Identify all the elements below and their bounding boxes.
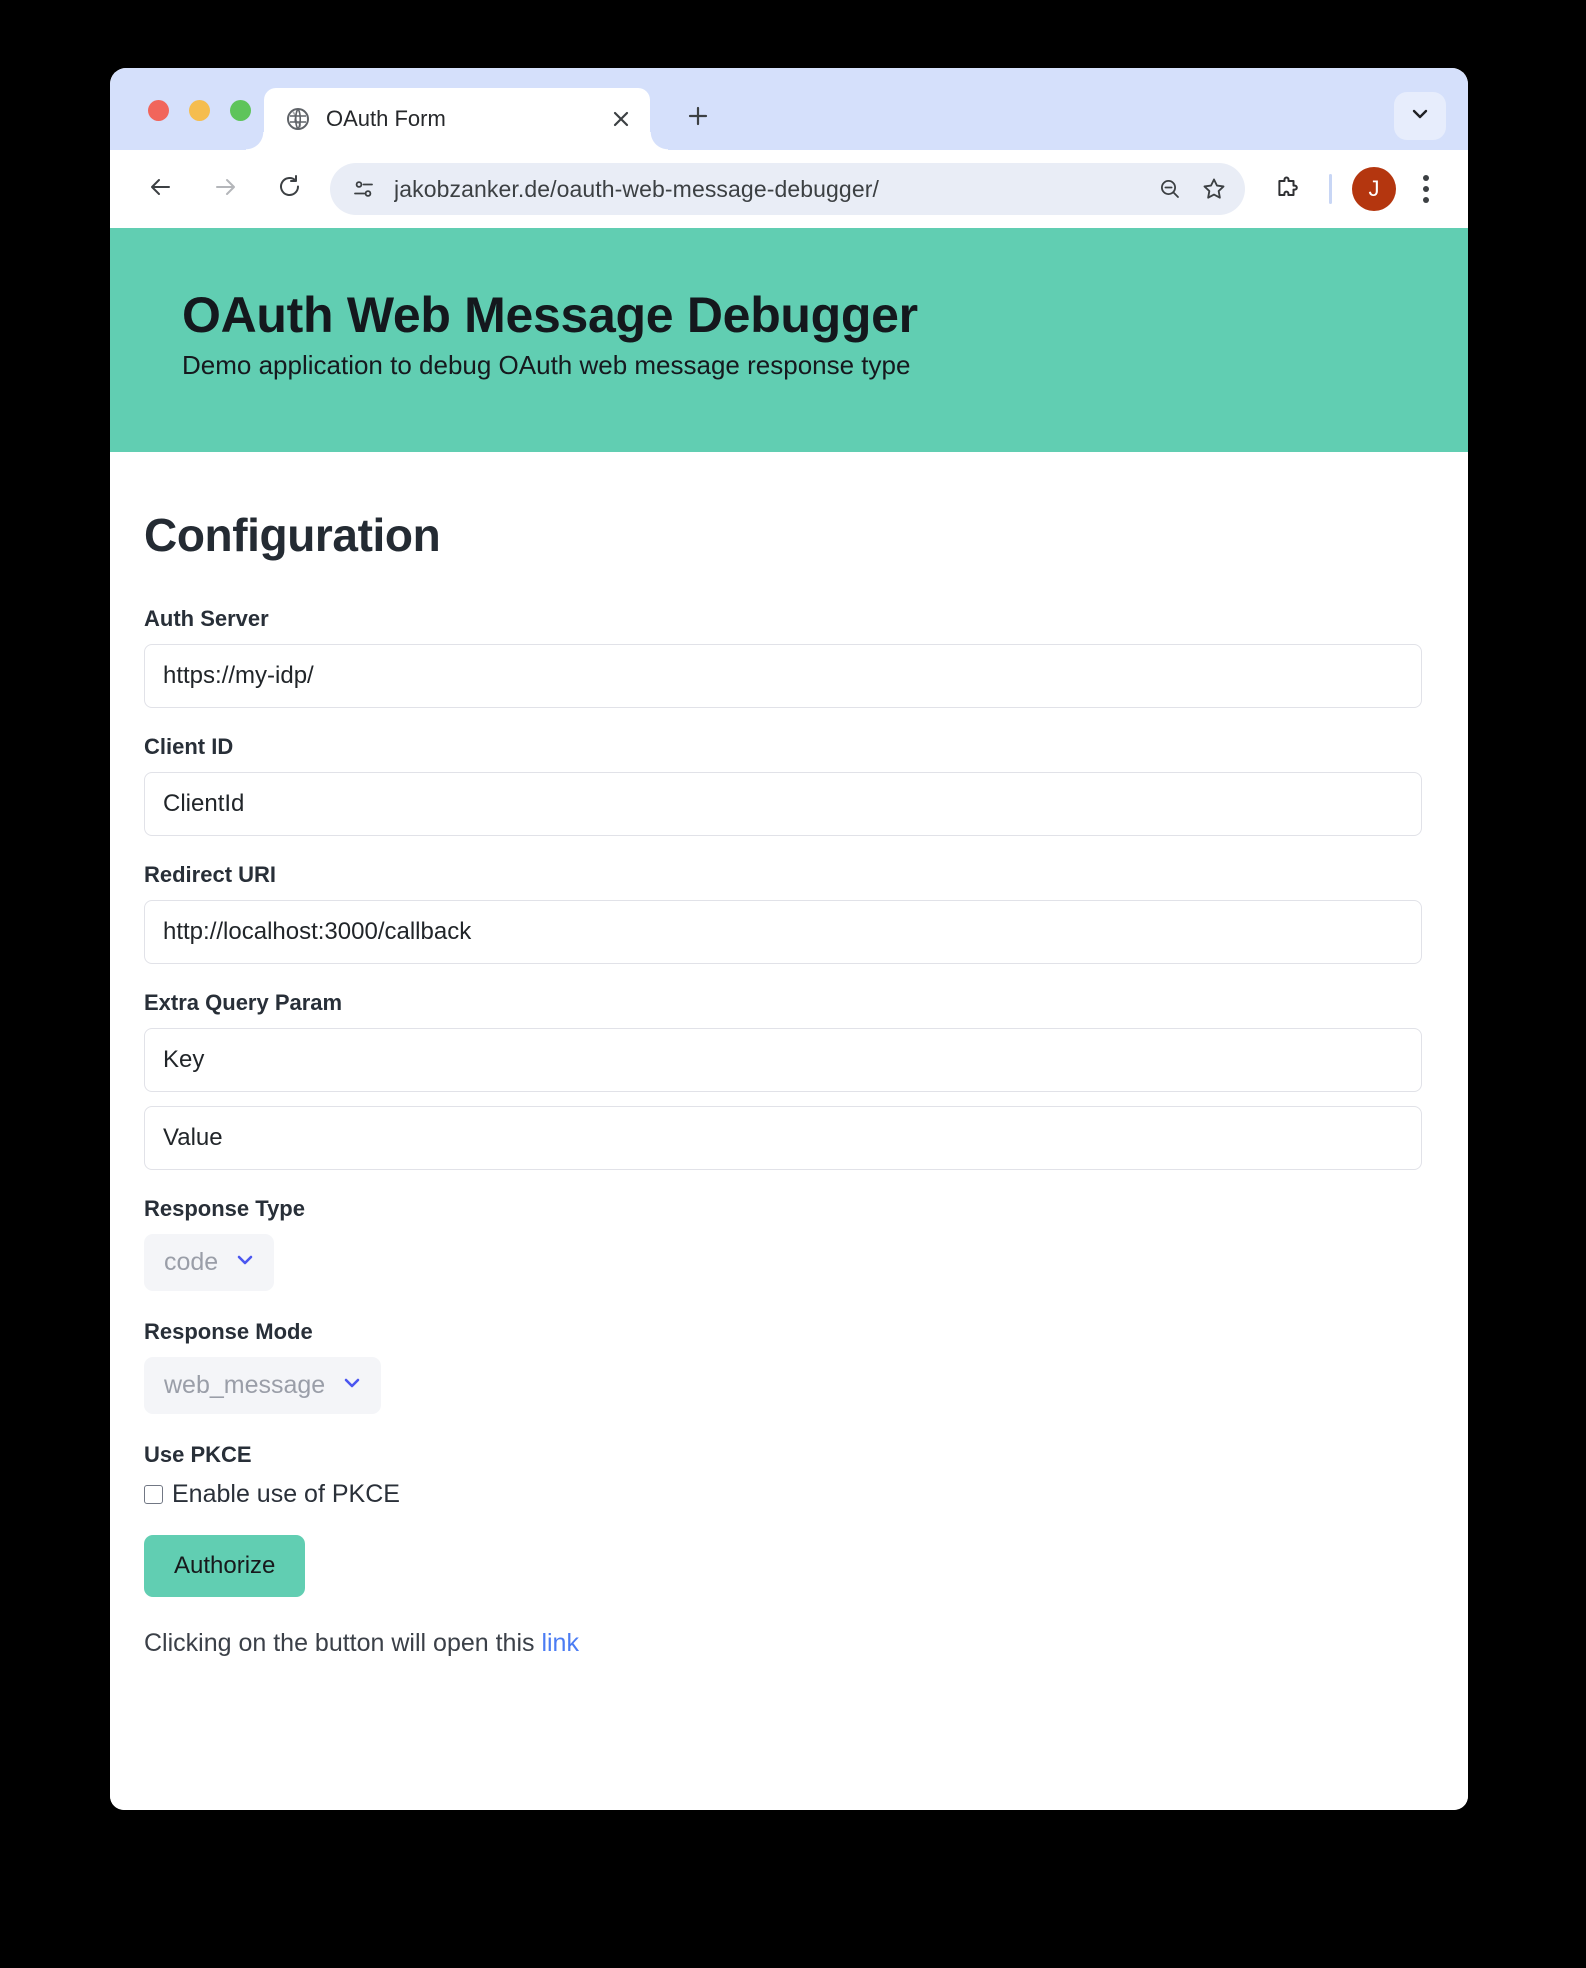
extra-query-param-key-input[interactable]	[144, 1028, 1422, 1092]
response-type-select[interactable]: code	[144, 1234, 275, 1291]
chevron-down-icon	[234, 1249, 256, 1276]
three-dot-menu-icon[interactable]	[1406, 167, 1446, 211]
open-link[interactable]: link	[541, 1629, 579, 1657]
configuration-form: Configuration Auth Server Client ID Redi…	[110, 452, 1468, 1658]
page-settings-icon[interactable]	[346, 171, 382, 207]
globe-icon	[286, 107, 310, 131]
extra-query-param-value-input[interactable]	[144, 1106, 1422, 1170]
redirect-uri-input[interactable]	[144, 900, 1422, 964]
tab-title: OAuth Form	[326, 106, 446, 131]
zoom-out-icon[interactable]	[1153, 172, 1187, 206]
configuration-heading: Configuration	[144, 509, 441, 561]
redirect-uri-label: Redirect URI	[144, 862, 277, 887]
response-mode-value: web_message	[164, 1371, 326, 1399]
enable-pkce-checkbox[interactable]	[144, 1485, 163, 1504]
chevron-down-icon	[341, 1372, 363, 1399]
client-id-input[interactable]	[144, 772, 1422, 836]
client-id-label: Client ID	[144, 734, 234, 759]
toolbar-divider	[1329, 174, 1332, 204]
response-mode-label: Response Mode	[144, 1319, 313, 1344]
puzzle-piece-icon[interactable]	[1265, 167, 1309, 211]
menu-dot	[1423, 175, 1429, 181]
address-bar[interactable]: jakobzanker.de/oauth-web-message-debugge…	[330, 163, 1245, 215]
response-type-value: code	[164, 1248, 219, 1276]
response-type-label: Response Type	[144, 1196, 305, 1221]
toolbar-actions: J	[1265, 167, 1446, 211]
new-tab-button[interactable]	[678, 98, 718, 138]
site-header: OAuth Web Message Debugger Demo applicat…	[110, 228, 1468, 452]
browser-toolbar: jakobzanker.de/oauth-web-message-debugge…	[110, 150, 1468, 228]
use-pkce-label: Use PKCE	[144, 1442, 252, 1467]
reload-icon	[276, 173, 303, 205]
avatar[interactable]: J	[1352, 167, 1396, 211]
footer-note-text: Clicking on the button will open this	[144, 1629, 542, 1657]
minimize-window-button[interactable]	[189, 100, 210, 121]
browser-window: OAuth Form jakobzanker.de/oauth-web-mess…	[110, 68, 1468, 1810]
arrow-left-icon	[148, 174, 174, 205]
close-icon[interactable]	[606, 104, 636, 134]
maximize-window-button[interactable]	[230, 100, 251, 121]
chevron-down-icon	[1410, 104, 1430, 129]
authorize-button[interactable]: Authorize	[144, 1535, 306, 1597]
tab-search-button[interactable]	[1394, 92, 1446, 140]
menu-dot	[1423, 197, 1429, 203]
url-text: jakobzanker.de/oauth-web-message-debugge…	[394, 175, 879, 202]
auth-server-label: Auth Server	[144, 606, 269, 631]
close-window-button[interactable]	[148, 100, 169, 121]
back-button[interactable]	[138, 166, 184, 212]
page-title: OAuth Web Message Debugger	[182, 287, 918, 343]
menu-dot	[1423, 186, 1429, 192]
enable-pkce-checkbox-label: Enable use of PKCE	[172, 1480, 400, 1508]
tab-strip: OAuth Form	[110, 68, 1468, 150]
use-pkce-row[interactable]: Enable use of PKCE	[144, 1480, 1422, 1509]
forward-button[interactable]	[202, 166, 248, 212]
response-mode-select[interactable]: web_message	[144, 1357, 382, 1414]
window-controls	[148, 100, 251, 121]
arrow-right-icon	[212, 174, 238, 205]
extra-query-param-label: Extra Query Param	[144, 990, 343, 1015]
reload-button[interactable]	[266, 166, 312, 212]
auth-server-input[interactable]	[144, 644, 1422, 708]
plus-icon	[687, 105, 709, 132]
star-icon[interactable]	[1197, 172, 1231, 206]
page-viewport: OAuth Web Message Debugger Demo applicat…	[110, 228, 1468, 1810]
browser-tab[interactable]: OAuth Form	[246, 88, 668, 150]
page-subtitle: Demo application to debug OAuth web mess…	[182, 350, 911, 380]
footer-note: Clicking on the button will open this li…	[144, 1629, 1422, 1658]
